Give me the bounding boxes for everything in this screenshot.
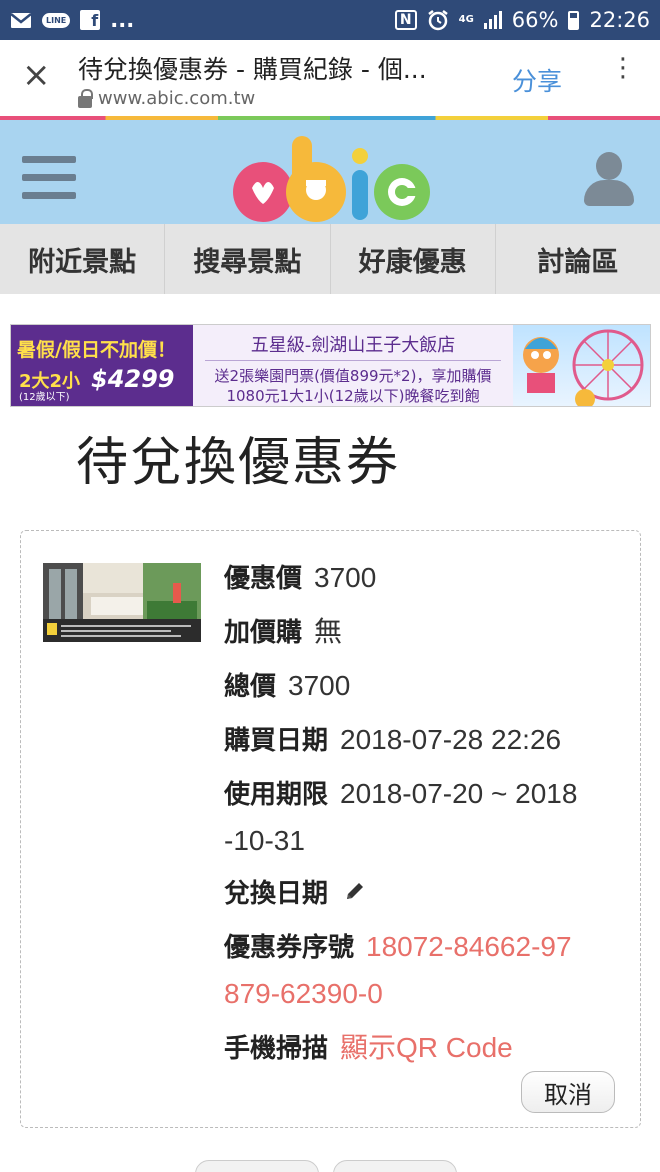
clock: 22:26 xyxy=(589,8,650,32)
pagination-button[interactable] xyxy=(333,1160,457,1172)
edit-pencil-icon[interactable] xyxy=(344,872,366,917)
site-header xyxy=(0,120,660,224)
banner-image xyxy=(513,325,650,406)
page-title: 待兌換優惠券 - 購買紀錄 - 個... xyxy=(78,55,427,84)
banner-divider xyxy=(205,360,501,361)
expiry-value-2: -10-31 xyxy=(224,825,305,856)
scan-row: 手機掃描 顯示QR Code xyxy=(224,1025,624,1072)
battery-icon xyxy=(568,10,580,30)
share-button[interactable]: 分享 xyxy=(512,62,562,98)
signal-icon xyxy=(483,11,502,29)
banner-desc-line2: 1080元1大1小(12歲以下)晚餐吃到飽 xyxy=(226,387,480,405)
tab-forum[interactable]: 討論區 xyxy=(496,224,660,294)
more-notifications: ... xyxy=(110,8,135,32)
line-icon: LINE xyxy=(42,12,71,28)
promo-banner[interactable]: 暑假/假日不加價！ 2大2小 (12歲以下) $4299 五星級-劍湖山王子大飯… xyxy=(10,324,651,407)
alarm-icon xyxy=(427,9,449,31)
facebook-icon: f xyxy=(80,10,101,30)
browser-toolbar: × 待兌換優惠券 - 購買紀錄 - 個... www.abic.com.tw 分… xyxy=(0,40,660,116)
serial-value-1: 18072-84662-97 xyxy=(366,931,572,962)
more-menu-icon[interactable]: ⋮ xyxy=(610,55,636,81)
banner-info-panel: 五星級-劍湖山王子大飯店 送2張樂園門票(價值899元*2)，享加購價 1080… xyxy=(193,325,513,406)
banner-price: $4299 xyxy=(91,365,175,393)
coupon-details: 優惠價 3700 加價購無 總價 3700 購買日期 2018-07-28 22:26… xyxy=(224,555,624,1072)
purchase-date-value: 2018-07-28 22:26 xyxy=(340,724,562,755)
serial-value-2: 879-62390-0 xyxy=(224,978,383,1009)
network-type: 4G xyxy=(458,14,474,25)
addon-value: 無 xyxy=(314,616,343,647)
total-value: 3700 xyxy=(288,670,351,701)
show-qr-link[interactable]: 顯示QR Code xyxy=(340,1032,513,1063)
price-row: 優惠價 3700 xyxy=(224,555,624,602)
system-icons: N 4G 66% 22:26 xyxy=(394,8,650,32)
user-account-icon[interactable] xyxy=(584,152,634,210)
url-text: www.abic.com.tw xyxy=(98,88,256,109)
coupon-card: 優惠價 3700 加價購無 總價 3700 購買日期 2018-07-28 22:26… xyxy=(20,530,641,1128)
notification-icons: LINE f ... xyxy=(10,8,134,32)
banner-promo-text: 暑假/假日不加價！ xyxy=(17,339,176,361)
banner-desc-line1: 送2張樂園門票(價值899元*2)，享加購價 xyxy=(214,367,492,385)
banner-hotel-name: 五星級-劍湖山王子大飯店 xyxy=(250,335,456,356)
serial-row: 優惠券序號 18072-84662-97 879-62390-0 xyxy=(224,924,624,1018)
price-value: 3700 xyxy=(314,562,377,593)
tab-search[interactable]: 搜尋景點 xyxy=(165,224,331,294)
purchase-date-row: 購買日期 2018-07-28 22:26 xyxy=(224,717,624,764)
abic-logo[interactable] xyxy=(230,136,430,224)
expiry-label: 使用期限 xyxy=(224,780,329,810)
cancel-button[interactable]: 取消 xyxy=(521,1071,615,1113)
serial-label: 優惠券序號 xyxy=(224,933,355,963)
tab-nearby[interactable]: 附近景點 xyxy=(0,224,166,294)
section-title: 待兌換優惠券 xyxy=(76,433,401,493)
main-nav: 附近景點 搜尋景點 好康優惠 討論區 xyxy=(0,224,660,294)
total-label: 總價 xyxy=(224,672,277,702)
status-bar: LINE f ... N 4G 66% 22:26 xyxy=(0,0,660,40)
expiry-value-1: 2018-07-20 ~ 2018 xyxy=(340,778,578,809)
addon-row: 加價購無 xyxy=(224,609,624,656)
redeem-date-row: 兌換日期 xyxy=(224,872,624,917)
scan-label: 手機掃描 xyxy=(224,1034,329,1064)
coupon-thumbnail[interactable] xyxy=(43,563,201,642)
tab-deals[interactable]: 好康優惠 xyxy=(331,224,496,294)
redeem-date-label: 兌換日期 xyxy=(224,879,329,909)
banner-price-panel: 暑假/假日不加價！ 2大2小 (12歲以下) $4299 xyxy=(11,325,193,406)
price-label: 優惠價 xyxy=(224,564,303,594)
lock-icon xyxy=(78,88,93,108)
hamburger-menu-icon[interactable] xyxy=(22,156,76,200)
close-icon[interactable]: × xyxy=(22,58,51,92)
battery-percent: 66% xyxy=(511,8,559,32)
nfc-icon: N xyxy=(394,10,417,30)
gmail-icon xyxy=(10,12,32,29)
banner-age-note: (12歲以下) xyxy=(19,392,70,403)
expiry-row: 使用期限 2018-07-20 ~ 2018 -10-31 xyxy=(224,771,624,865)
purchase-date-label: 購買日期 xyxy=(224,726,329,756)
addon-label: 加價購 xyxy=(224,618,303,648)
url-bar: www.abic.com.tw xyxy=(78,88,255,109)
total-row: 總價 3700 xyxy=(224,663,624,710)
pagination-button[interactable] xyxy=(195,1160,319,1172)
